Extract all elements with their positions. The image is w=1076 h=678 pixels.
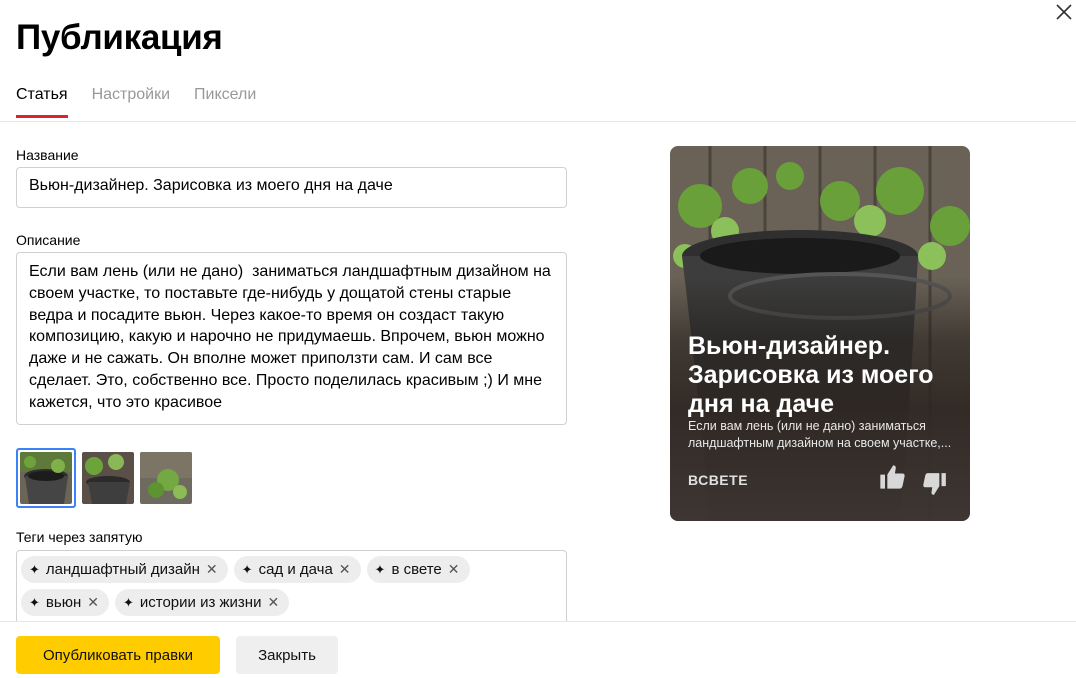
publish-button[interactable]: Опубликовать правки <box>16 636 220 674</box>
article-preview-card: Вьюн-дизайнер. Зарисовка из моего дня на… <box>670 146 970 521</box>
name-label: Название <box>16 147 79 163</box>
sparkle-icon: ✦ <box>122 594 134 610</box>
tag-label: ландшафтный дизайн <box>45 561 200 578</box>
thumbnail-image <box>20 452 72 504</box>
cover-image-picker <box>16 448 192 508</box>
footer-divider <box>0 621 1076 622</box>
sparkle-icon: ✦ <box>374 561 386 577</box>
tag-chip[interactable]: ✦ вьюн ✕ <box>21 589 109 616</box>
sparkle-icon: ✦ <box>29 594 40 610</box>
thumbnail-image <box>82 452 134 504</box>
tag-label: вьюн <box>45 594 82 611</box>
tab-settings[interactable]: Настройки <box>92 86 170 118</box>
name-input[interactable]: Вьюн-дизайнер. Зарисовка из моего дня на… <box>16 167 567 208</box>
tags-label: Теги через запятую <box>16 529 143 545</box>
preview-title: Вьюн-дизайнер. Зарисовка из моего дня на… <box>688 332 934 418</box>
remove-tag-icon[interactable]: ✕ <box>448 561 460 578</box>
cover-thumbnail-2[interactable] <box>82 448 134 508</box>
remove-tag-icon[interactable]: ✕ <box>87 594 99 611</box>
description-label: Описание <box>16 232 81 248</box>
preview-source: ВСВЕТЕ <box>688 472 749 488</box>
tab-article[interactable]: Статья <box>16 86 68 118</box>
preview-description: Если вам лень (или не дано) заниматься л… <box>688 419 952 450</box>
tag-label: в свете <box>391 561 442 578</box>
cover-thumbnail-1[interactable] <box>16 448 76 508</box>
tag-chip[interactable]: ✦ истории из жизни ✕ <box>114 589 290 616</box>
tag-chip[interactable]: ✦ сад и дача ✕ <box>233 556 361 583</box>
tab-bar: Статья Настройки Пиксели <box>16 86 256 118</box>
sparkle-icon: ✦ <box>29 561 40 577</box>
remove-tag-icon[interactable]: ✕ <box>206 561 218 578</box>
cover-thumbnail-3[interactable] <box>140 448 192 508</box>
tags-input[interactable]: ✦ ландшафтный дизайн ✕ ✦ сад и дача ✕ ✦ в све… <box>16 550 567 622</box>
remove-tag-icon[interactable]: ✕ <box>339 561 351 578</box>
tag-chip[interactable]: ✦ в свете ✕ <box>366 556 470 583</box>
tabs-divider <box>0 121 1076 122</box>
tag-label: истории из жизни <box>139 594 262 611</box>
description-textarea[interactable]: Если вам лень (или не дано) заниматься л… <box>16 252 567 425</box>
close-icon[interactable] <box>1054 2 1074 22</box>
tag-label: сад и дача <box>258 561 333 578</box>
remove-tag-icon[interactable]: ✕ <box>267 594 279 611</box>
tag-chip[interactable]: ✦ ландшафтный дизайн ✕ <box>21 556 228 583</box>
thumbs-up-icon <box>880 465 905 489</box>
thumbnail-image <box>140 452 192 504</box>
sparkle-icon: ✦ <box>241 561 253 577</box>
close-button[interactable]: Закрыть <box>236 636 338 674</box>
dialog-title: Публикация <box>16 18 223 57</box>
thumbs-down-icon <box>923 473 946 495</box>
tab-pixels[interactable]: Пиксели <box>194 86 256 118</box>
